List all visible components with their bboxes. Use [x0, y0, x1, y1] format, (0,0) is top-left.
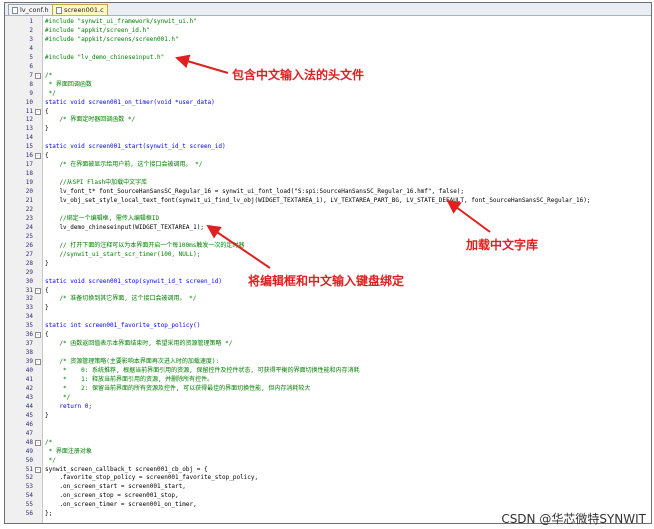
arrow-header — [175, 54, 229, 74]
annotation-arrows — [175, 54, 491, 269]
footer: CSDN @华芯微特SYNWIT — [0, 506, 654, 529]
arrow-font — [446, 199, 491, 233]
arrow-bind — [206, 224, 271, 269]
watermark-credit: CSDN @华芯微特SYNWIT — [501, 512, 646, 526]
